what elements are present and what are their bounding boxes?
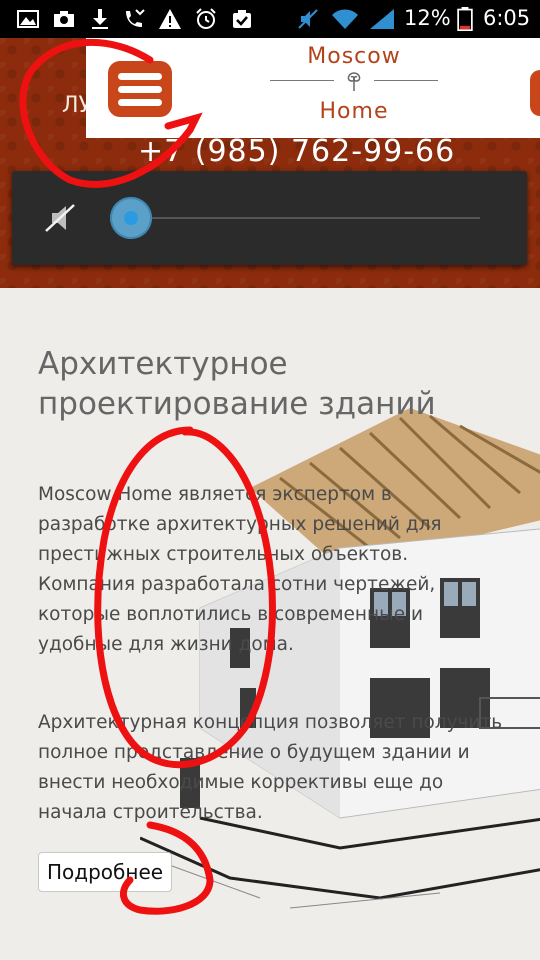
alarm-icon — [196, 8, 216, 29]
main-content: Архитектурное проектирование зданий Mosc… — [0, 288, 540, 960]
page-title: Архитектурное проектирование зданий — [38, 346, 436, 422]
missed-call-icon — [126, 9, 145, 27]
warning-icon — [159, 9, 181, 29]
menu-button[interactable] — [108, 61, 172, 117]
phone-number[interactable]: +7 (985) 762-99-66 — [138, 134, 455, 169]
clock: 6:05 — [483, 6, 531, 30]
progress-knob[interactable] — [110, 197, 152, 239]
battery-percent: 12% — [404, 6, 451, 30]
gallery-icon — [17, 10, 39, 28]
battery-icon — [457, 7, 473, 31]
mute-icon — [298, 9, 318, 29]
logo-ornament — [266, 69, 442, 93]
volume-mute-icon[interactable] — [44, 201, 78, 235]
signal-icon — [370, 9, 394, 29]
intro-paragraph: Moscow Home является экспертом в разрабо… — [38, 484, 442, 655]
header-button-partial[interactable] — [530, 70, 540, 116]
hamburger-line — [118, 72, 162, 80]
hamburger-line — [118, 85, 162, 93]
concept-paragraph: Архитектурная концепция позволяет получи… — [38, 712, 503, 823]
hamburger-line — [118, 98, 162, 106]
logo-line-2: Home — [319, 99, 389, 124]
status-bar: 12% 6:05 — [0, 0, 540, 38]
more-button[interactable]: Подробнее — [38, 852, 173, 892]
ornament-icon — [347, 72, 361, 91]
clipboard-check-icon — [233, 10, 251, 28]
download-icon — [92, 9, 108, 29]
wifi-icon — [332, 9, 358, 29]
progress-track[interactable] — [144, 217, 480, 219]
site-logo[interactable]: Moscow Home — [266, 44, 442, 134]
audio-player — [12, 171, 527, 265]
logo-line-1: Moscow — [307, 44, 401, 69]
camera-icon — [54, 11, 74, 27]
